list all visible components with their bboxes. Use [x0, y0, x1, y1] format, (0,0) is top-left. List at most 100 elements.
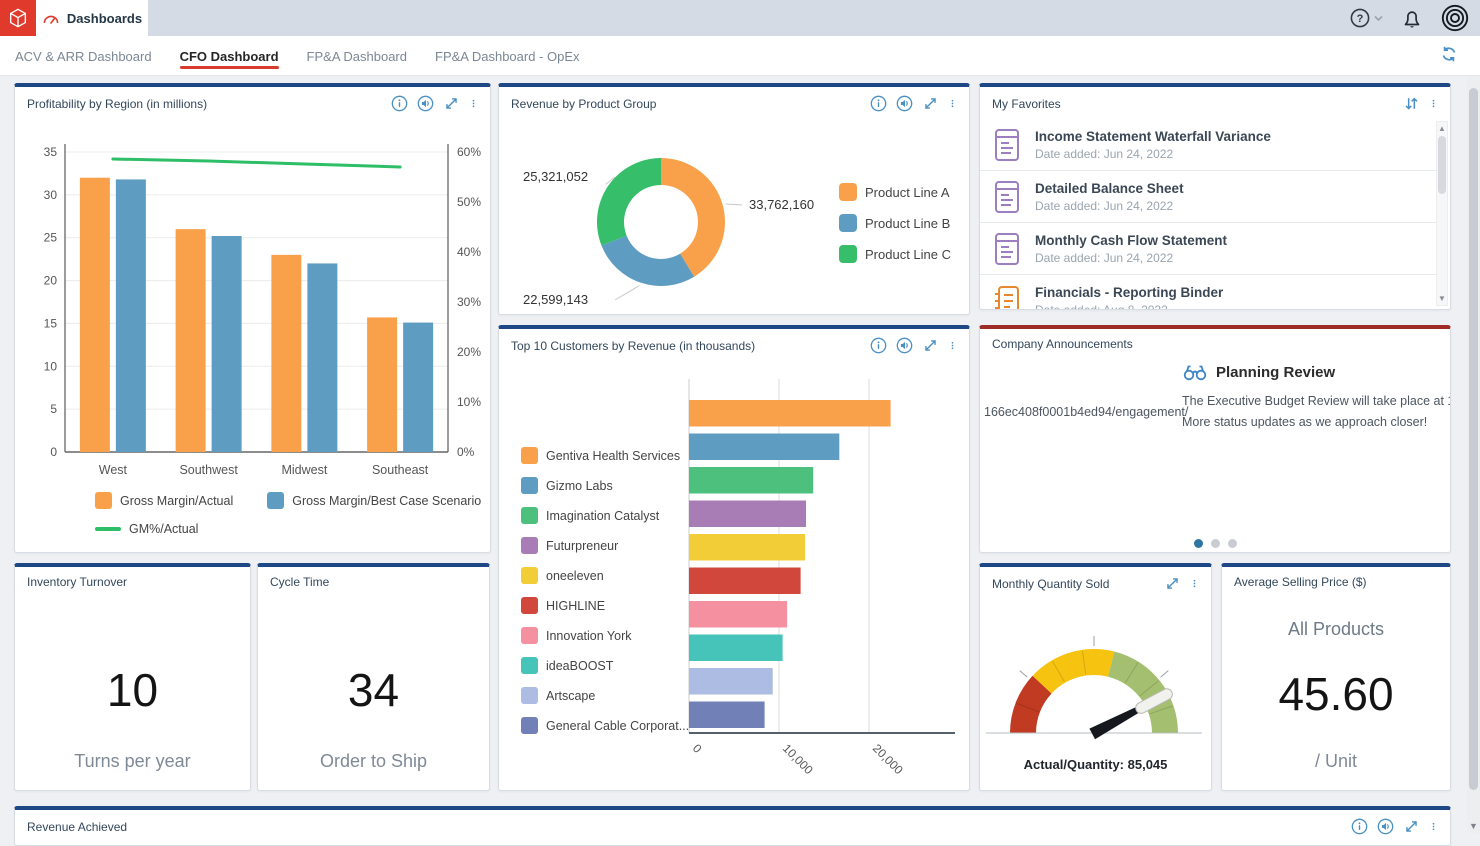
legend-item-customer[interactable]: Gentiva Health Services	[521, 447, 689, 464]
page-scroll-thumb[interactable]	[1469, 88, 1478, 790]
legend-item-customer[interactable]: Imagination Catalyst	[521, 507, 689, 524]
panel-average-selling-price: Average Selling Price ($) All Products 4…	[1221, 563, 1451, 791]
favorite-item[interactable]: Income Statement Waterfall VarianceDate …	[980, 119, 1436, 171]
tab-fpa-dashboard[interactable]: FP&A Dashboard	[307, 36, 407, 76]
cfo-dashboard-page: { "topbar": { "active_tab": "Dashboards"…	[0, 0, 1480, 833]
panel-title: Profitability by Region (in millions)	[27, 97, 207, 111]
svg-text:West: West	[99, 463, 128, 477]
audio-icon[interactable]	[417, 95, 434, 112]
legend-item-customer[interactable]: ideaBOOST	[521, 657, 689, 674]
legend-item-customer[interactable]: oneeleven	[521, 567, 689, 584]
product-group-legend: Product Line A Product Line B Product Li…	[839, 183, 951, 263]
legend-swatch	[839, 214, 857, 232]
dashboards-app-tab[interactable]: Dashboards	[36, 0, 148, 36]
audio-icon[interactable]	[896, 95, 913, 112]
expand-icon[interactable]	[1403, 818, 1420, 835]
carousel-dot-2[interactable]	[1211, 539, 1220, 548]
expand-icon[interactable]	[1164, 575, 1181, 592]
sort-icon[interactable]	[1403, 95, 1420, 112]
kebab-menu-icon[interactable]	[1429, 818, 1438, 835]
announcement-body: The Executive Budget Review will take pl…	[1182, 391, 1450, 433]
panel-title: Revenue by Product Group	[511, 97, 656, 111]
expand-icon[interactable]	[922, 95, 939, 112]
tab-cfo-dashboard[interactable]: CFO Dashboard	[180, 36, 279, 76]
svg-text:22,599,143: 22,599,143	[523, 292, 588, 307]
info-icon[interactable]	[870, 95, 887, 112]
expand-icon[interactable]	[443, 95, 460, 112]
refresh-icon[interactable]	[1440, 45, 1458, 63]
quantity-sold-gauge-chart[interactable]	[984, 605, 1209, 755]
favorites-scrollbar[interactable]: ▲ ▼	[1436, 121, 1448, 306]
kebab-menu-icon[interactable]	[948, 337, 957, 354]
audio-icon[interactable]	[1377, 818, 1394, 835]
legend-item-customer[interactable]: Gizmo Labs	[521, 477, 689, 494]
page-scrollbar[interactable]: ▼	[1467, 76, 1480, 833]
legend-item-product-line-a[interactable]: Product Line A	[839, 183, 951, 201]
carousel-dot-1[interactable]	[1194, 539, 1203, 548]
info-icon[interactable]	[391, 95, 408, 112]
asp-caption: / Unit	[1222, 751, 1450, 772]
panel-my-favorites: My Favorites Income Statement Waterfall …	[979, 83, 1451, 310]
svg-text:25: 25	[44, 231, 58, 245]
favorite-item[interactable]: Monthly Cash Flow StatementDate added: J…	[980, 223, 1436, 275]
profitability-chart[interactable]: 051015202530350%10%20%30%40%50%60%WestSo…	[23, 132, 488, 492]
favorite-item[interactable]: Detailed Balance SheetDate added: Jun 24…	[980, 171, 1436, 223]
legend-item-customer[interactable]: Innovation York	[521, 627, 689, 644]
tab-acv-arr-dashboard[interactable]: ACV & ARR Dashboard	[15, 36, 152, 76]
scroll-up-arrow[interactable]: ▲	[1437, 124, 1447, 133]
svg-text:10: 10	[44, 359, 58, 373]
chevron-down-icon	[1373, 7, 1384, 29]
topbar-right-controls: ?	[1349, 0, 1470, 36]
scroll-thumb[interactable]	[1438, 136, 1446, 194]
audio-icon[interactable]	[896, 337, 913, 354]
svg-text:60%: 60%	[457, 145, 481, 159]
panel-revenue-achieved: Revenue Achieved	[14, 806, 1451, 846]
legend-swatch	[521, 507, 538, 524]
legend-swatch	[521, 447, 538, 464]
svg-text:20: 20	[44, 274, 58, 288]
legend-item-product-line-b[interactable]: Product Line B	[839, 214, 951, 232]
legend-item-customer[interactable]: General Cable Corporat...	[521, 717, 689, 734]
tab-fpa-dashboard-opex[interactable]: FP&A Dashboard - OpEx	[435, 36, 580, 76]
app-logo[interactable]	[0, 0, 36, 36]
svg-text:5: 5	[50, 402, 57, 416]
info-icon[interactable]	[1351, 818, 1368, 835]
user-avatar[interactable]	[1440, 3, 1470, 33]
scroll-down-arrow[interactable]: ▼	[1437, 294, 1447, 303]
svg-text:Southeast: Southeast	[372, 463, 429, 477]
legend-swatch	[95, 492, 112, 509]
svg-text:10%: 10%	[457, 395, 481, 409]
svg-text:0: 0	[690, 741, 705, 756]
kebab-menu-icon[interactable]	[1190, 575, 1199, 592]
info-icon[interactable]	[870, 337, 887, 354]
svg-text:15: 15	[44, 316, 58, 330]
report-icon	[992, 179, 1022, 215]
svg-text:25,321,052: 25,321,052	[523, 169, 588, 184]
carousel-dot-3[interactable]	[1228, 539, 1237, 548]
legend-item-gross-margin-best-case[interactable]: Gross Margin/Best Case Scenario	[267, 492, 481, 509]
cycle-time-caption: Order to Ship	[258, 751, 489, 772]
svg-text:35: 35	[44, 145, 58, 159]
binder-icon	[992, 283, 1022, 311]
legend-item-customer[interactable]: HIGHLINE	[521, 597, 689, 614]
notifications-bell-icon[interactable]	[1400, 6, 1424, 30]
legend-item-product-line-c[interactable]: Product Line C	[839, 245, 951, 263]
svg-text:0: 0	[50, 445, 57, 459]
kebab-menu-icon[interactable]	[948, 95, 957, 112]
kebab-menu-icon[interactable]	[469, 95, 478, 112]
legend-item-customer[interactable]: Artscape	[521, 687, 689, 704]
expand-icon[interactable]	[922, 337, 939, 354]
legend-swatch	[521, 627, 538, 644]
svg-text:Midwest: Midwest	[281, 463, 327, 477]
legend-item-gm-percent-actual[interactable]: GM%/Actual	[95, 522, 198, 536]
svg-text:50%: 50%	[457, 195, 481, 209]
page-scroll-down-arrow[interactable]: ▼	[1467, 821, 1480, 831]
legend-item-customer[interactable]: Futurpreneur	[521, 537, 689, 554]
legend-swatch	[521, 657, 538, 674]
favorite-item[interactable]: Financials - Reporting BinderDate added:…	[980, 275, 1436, 310]
panel-title: My Favorites	[992, 97, 1061, 111]
help-menu[interactable]: ?	[1349, 7, 1384, 29]
kebab-menu-icon[interactable]	[1429, 95, 1438, 112]
legend-item-gross-margin-actual[interactable]: Gross Margin/Actual	[95, 492, 233, 509]
announcement-link-text[interactable]: 166ec408f0001b4ed94/engagement/	[984, 405, 1188, 419]
